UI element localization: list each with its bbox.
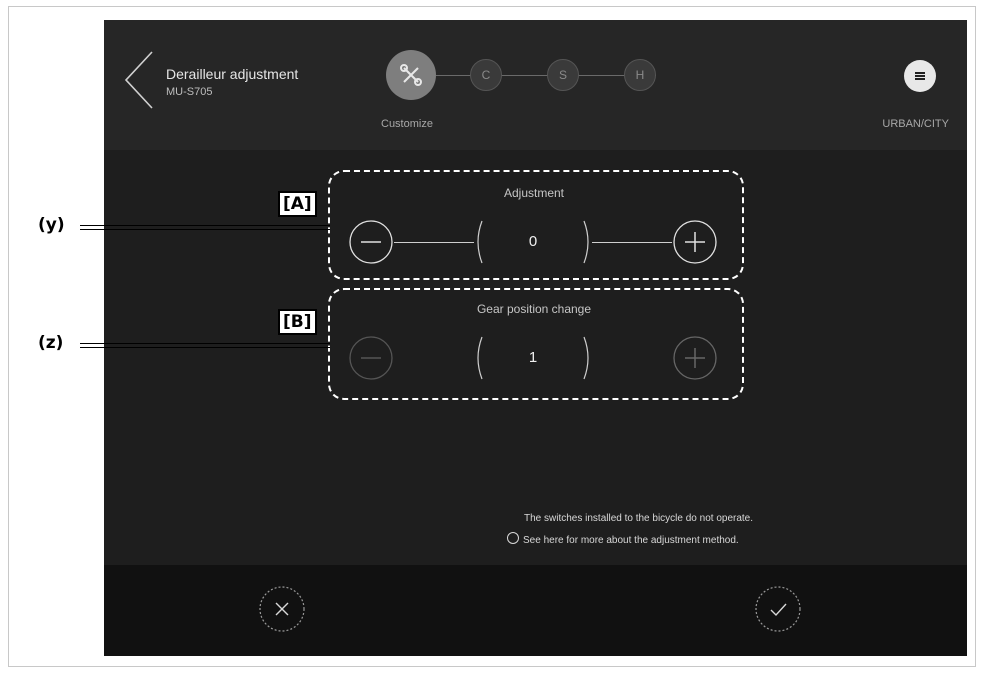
riding-mode-label: URBAN/CITY bbox=[882, 118, 949, 130]
tag-b: [B] bbox=[278, 309, 317, 335]
step-customize[interactable] bbox=[386, 50, 436, 100]
page-title: Derailleur adjustment bbox=[166, 66, 299, 82]
highlight-box-b bbox=[328, 288, 744, 400]
info-text-switches: The switches installed to the bicycle do… bbox=[524, 513, 754, 524]
confirm-button[interactable] bbox=[754, 585, 802, 633]
menu-icon bbox=[915, 72, 925, 80]
callout-z-line bbox=[80, 343, 330, 348]
step-label: Customize bbox=[381, 118, 433, 130]
step-c[interactable]: C bbox=[470, 59, 502, 91]
info-link-label: See here for more about the adjustment m… bbox=[523, 535, 739, 546]
menu-button[interactable] bbox=[904, 60, 936, 92]
step-h[interactable]: H bbox=[624, 59, 656, 91]
header-bar: Derailleur adjustment MU-S705 C S H Cust… bbox=[104, 20, 967, 150]
callout-y: (y) bbox=[38, 215, 65, 235]
callout-z: (z) bbox=[38, 333, 64, 353]
step-s[interactable]: S bbox=[547, 59, 579, 91]
footer-bar bbox=[104, 565, 967, 656]
model-number: MU-S705 bbox=[166, 86, 213, 98]
callout-y-line bbox=[80, 225, 330, 230]
step-connector bbox=[436, 75, 656, 76]
info-link[interactable]: See here for more about the adjustment m… bbox=[507, 532, 739, 546]
back-icon[interactable] bbox=[122, 48, 156, 112]
step-indicator: C S H bbox=[386, 50, 686, 110]
cancel-button[interactable] bbox=[258, 585, 306, 633]
customize-icon bbox=[400, 64, 422, 86]
tag-a: [A] bbox=[278, 191, 317, 217]
help-icon bbox=[507, 532, 519, 544]
highlight-box-a bbox=[328, 170, 744, 280]
